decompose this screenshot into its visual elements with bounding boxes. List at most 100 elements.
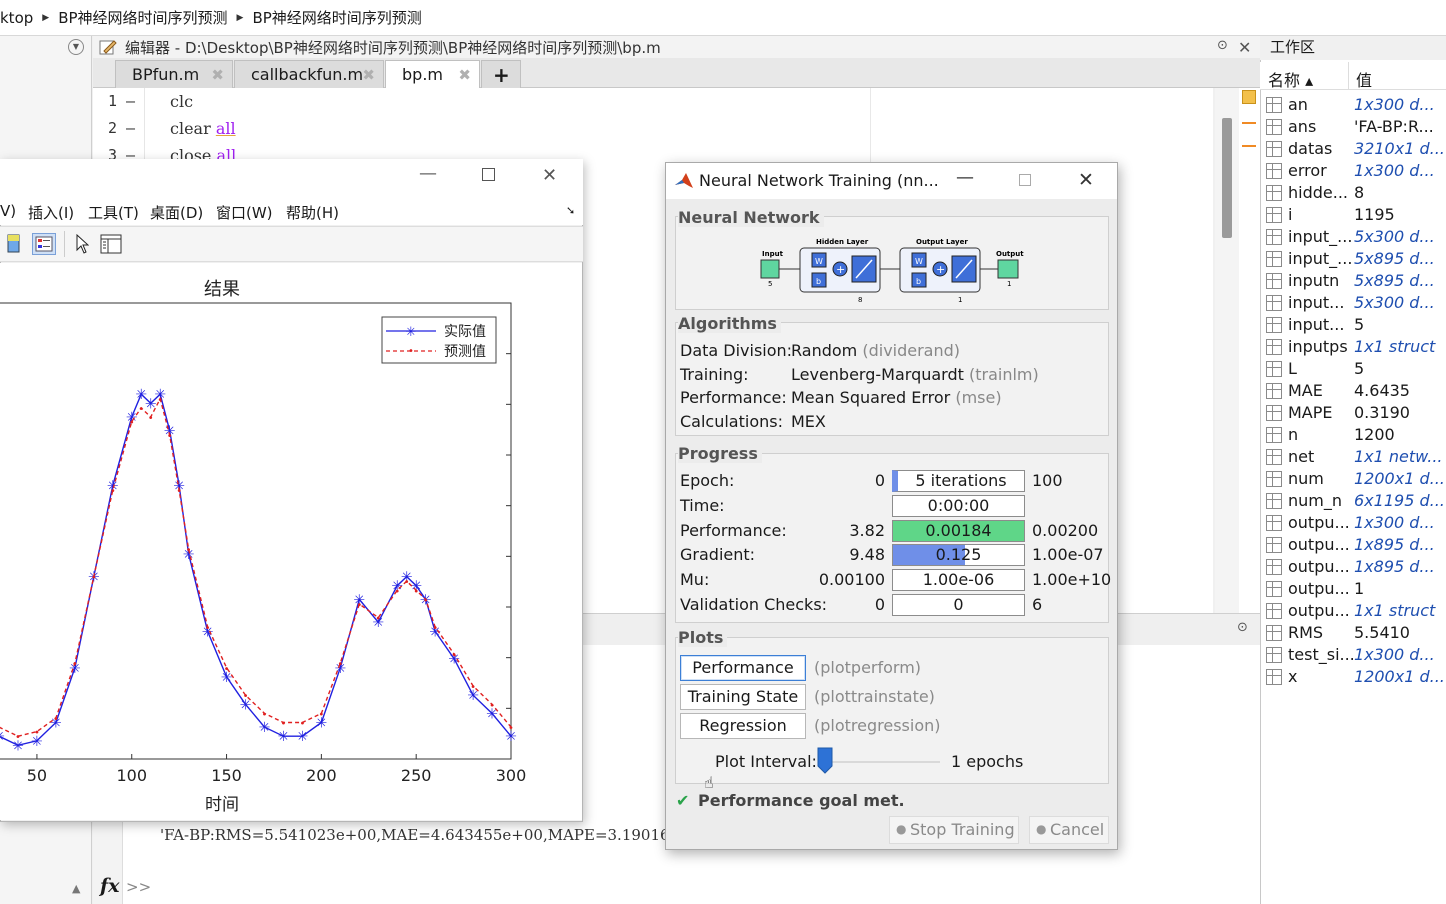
workspace-variable-row[interactable]: num_n 6x1195 d... (1260, 490, 1446, 512)
property-inspector-icon[interactable] (100, 234, 122, 254)
plot-interval-slider-thumb[interactable] (817, 747, 833, 774)
progress-start: 0.00100 (818, 570, 885, 590)
workspace-variable-row[interactable]: an 1x300 d... (1260, 94, 1446, 116)
workspace-variable-row[interactable]: hidde... 8 (1260, 182, 1446, 204)
workspace-variable-row[interactable]: MAE 4.6435 (1260, 380, 1446, 402)
maximize-icon[interactable] (1019, 174, 1031, 186)
variable-name: outpu... (1288, 557, 1350, 576)
tab-callbackfun[interactable]: callbackfun.m ✖ (234, 60, 384, 88)
workspace-variable-row[interactable]: input_... 5x300 d... (1260, 226, 1446, 248)
workspace-variable-row[interactable]: error 1x300 d... (1260, 160, 1446, 182)
pane-menu-icon[interactable]: ▼ (68, 39, 84, 55)
menu-tools[interactable]: 工具(T) (88, 202, 139, 223)
code-line[interactable]: clc (170, 92, 193, 111)
breadcrumb-segment[interactable]: ktop (0, 9, 33, 27)
workspace-variable-row[interactable]: input... 5 (1260, 314, 1446, 336)
workspace-variable-row[interactable]: n 1200 (1260, 424, 1446, 446)
pointer-icon[interactable] (75, 234, 89, 254)
function-browser-icon[interactable]: fx (100, 875, 120, 897)
workspace-variable-row[interactable]: input_... 5x895 d... (1260, 248, 1446, 270)
workspace-variable-row[interactable]: outpu... 1 (1260, 578, 1446, 600)
breadcrumb-segment[interactable]: BP神经网络时间序列预测 (58, 7, 227, 28)
cancel-button[interactable]: ● Cancel (1029, 816, 1109, 844)
workspace-variable-row[interactable]: input... 5x300 d... (1260, 292, 1446, 314)
workspace-variable-row[interactable]: L5 (1260, 358, 1446, 380)
close-tab-icon[interactable]: ✖ (211, 66, 224, 84)
plot-regression-button[interactable]: Regression (680, 713, 806, 739)
column-divider[interactable] (1348, 62, 1349, 90)
workspace-variable-row[interactable]: ans 'FA-BP:R... (1260, 116, 1446, 138)
breadcrumb-segment[interactable]: BP神经网络时间序列预测 (252, 7, 421, 28)
series-point: • (337, 659, 343, 670)
workspace-variable-row[interactable]: inputps 1x1 struct (1260, 336, 1446, 358)
minimize-icon[interactable]: — (419, 163, 437, 184)
warning-indicator-icon[interactable] (1242, 90, 1256, 104)
variable-icon (1266, 383, 1282, 399)
close-icon[interactable]: ✕ (542, 165, 557, 186)
tab-bp[interactable]: bp.m ✖ (385, 60, 480, 88)
add-tab-button[interactable]: + (481, 60, 521, 88)
code-line[interactable]: clear all (170, 119, 236, 138)
network-diagram[interactable]: Input 5 Hidden Layer W b + 8 Output Laye… (758, 236, 1028, 304)
tab-bpfun[interactable]: BPfun.m ✖ (115, 60, 233, 88)
workspace-variable-row[interactable]: datas 3210x1 d... (1260, 138, 1446, 160)
variable-name: input_... (1288, 227, 1353, 246)
maximize-icon[interactable] (482, 168, 495, 181)
column-name-header[interactable]: 名称 ▴ (1268, 67, 1313, 91)
stop-training-button[interactable]: ● Stop Training (889, 816, 1019, 844)
editor-menu-icon[interactable]: ⊙ (1217, 38, 1228, 53)
plot-training-state-button[interactable]: Training State (680, 684, 806, 710)
workspace-variable-row[interactable]: net 1x1 netw... (1260, 446, 1446, 468)
editor-scrollbar[interactable] (1215, 88, 1239, 613)
figure-canvas[interactable]: 结果 50 100 150 200 250 300 ✳ ✳ ✳ ✳ ✳ ✳ ✳ ✳ ✳ ✳ ✳ ✳ ✳ ✳ ✳ ✳ ✳ ✳ ✳… (0, 263, 582, 820)
minimize-icon[interactable]: — (956, 167, 974, 188)
progress-key: Epoch: (680, 471, 735, 490)
close-tab-icon[interactable]: ✖ (458, 66, 471, 84)
algorithm-value-text: MEX (791, 411, 826, 431)
warning-mark[interactable] (1242, 122, 1256, 124)
breadcrumb-arrow-icon[interactable]: ▶ (42, 13, 49, 23)
chart-legend[interactable]: ✳ 实际值 • 预测值 (381, 316, 497, 364)
workspace-variable-row[interactable]: test_si... 1x300 d... (1260, 644, 1446, 666)
breadcrumb-arrow-icon[interactable]: ▶ (237, 13, 244, 23)
menu-view[interactable]: V) (0, 202, 16, 220)
scrollbar-thumb[interactable] (1222, 118, 1232, 238)
warning-mark[interactable] (1242, 145, 1256, 147)
workspace-variable-row[interactable]: outpu... 1x300 d... (1260, 512, 1446, 534)
workspace-variable-row[interactable]: MAPE 0.3190 (1260, 402, 1446, 424)
menu-insert[interactable]: 插入(I) (28, 202, 74, 223)
menu-window[interactable]: 窗口(W) (216, 202, 273, 223)
variable-value: 'FA-BP:R... (1354, 117, 1434, 136)
workspace-variable-row[interactable]: outpu... 1x895 d... (1260, 556, 1446, 578)
variable-name: test_si... (1288, 645, 1355, 664)
editor-close-icon[interactable]: ✕ (1238, 38, 1251, 57)
command-menu-icon[interactable]: ⊙ (1237, 620, 1248, 635)
algorithm-key: Training: (680, 364, 749, 384)
dock-arrow-icon[interactable]: ➘ (566, 204, 575, 217)
stop-icon: ● (896, 822, 907, 836)
colorbar-icon[interactable] (6, 234, 22, 254)
workspace-variable-row[interactable]: RMS 5.5410 (1260, 622, 1446, 644)
legend-icon[interactable] (32, 233, 56, 255)
workspace-variable-row[interactable]: outpu... 1x1 struct (1260, 600, 1446, 622)
workspace-variable-row[interactable]: num 1200x1 d... (1260, 468, 1446, 490)
workspace-variable-row[interactable]: inputn 5x895 d... (1260, 270, 1446, 292)
x-tick-label: 300 (496, 766, 527, 785)
variable-value: 5x300 d... (1354, 293, 1435, 312)
workspace-variable-row[interactable]: outpu... 1x895 d... (1260, 534, 1446, 556)
menu-desktop[interactable]: 桌面(D) (150, 202, 203, 223)
column-value-header[interactable]: 值 (1356, 67, 1372, 91)
workspace-variable-row[interactable]: x 1200x1 d... (1260, 666, 1446, 688)
result-chart[interactable]: 结果 50 100 150 200 250 300 ✳ ✳✳✳✳✳✳✳✳✳✳✳✳✳✳✳✳✳ ✳… (0, 263, 582, 820)
variable-icon (1266, 251, 1282, 267)
close-icon[interactable]: ✕ (1078, 169, 1094, 191)
close-tab-icon[interactable]: ✖ (362, 66, 375, 84)
plot-interval-slider-track[interactable] (824, 761, 940, 763)
collapse-arrow-icon[interactable]: ▲ (72, 882, 80, 895)
stop-training-label: Stop Training (910, 820, 1015, 839)
variable-name: i (1288, 205, 1293, 224)
line-number: 2 — (108, 119, 136, 137)
plot-performance-button[interactable]: Performance (680, 655, 806, 681)
menu-help[interactable]: 帮助(H) (286, 202, 339, 223)
workspace-variable-row[interactable]: i 1195 (1260, 204, 1446, 226)
